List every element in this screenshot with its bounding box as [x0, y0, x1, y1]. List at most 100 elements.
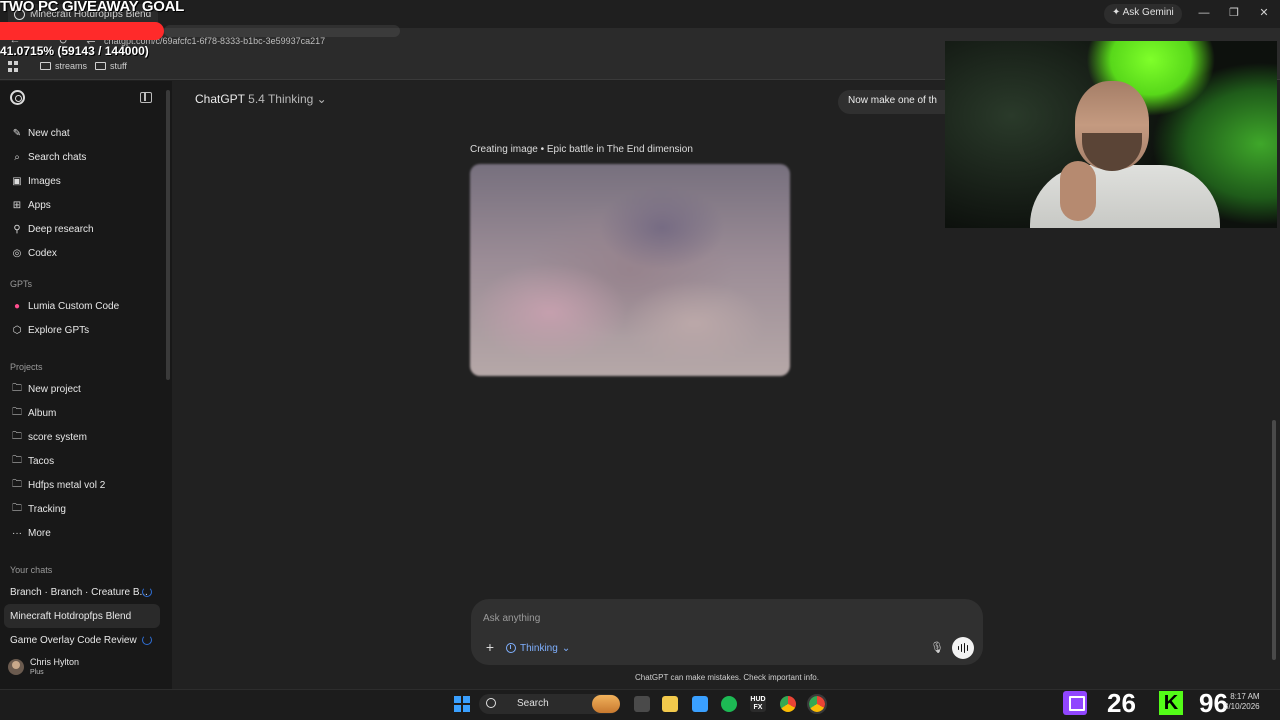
sidebar-item-label: Apps — [28, 199, 51, 211]
clock-date: 3/10/2026 — [1224, 702, 1260, 711]
gpt-avatar-icon: ● — [13, 300, 21, 312]
twitch-viewer-count: 26 — [1107, 688, 1136, 718]
goal-progress-bar — [0, 22, 164, 40]
generated-image-placeholder[interactable] — [470, 164, 790, 376]
folder-icon — [95, 62, 106, 70]
chat-item-minecraft-hotdropfps-blend[interactable]: Minecraft Hotdropfps Blend — [4, 604, 160, 628]
thinking-mode-button[interactable]: Thinking ⌄ — [506, 640, 570, 656]
webcam-overlay — [945, 41, 1277, 228]
profile-name: Chris Hylton — [30, 657, 80, 667]
sidebar-scrollbar[interactable] — [166, 90, 170, 380]
folder-icon: 🗀 — [12, 502, 22, 514]
kick-icon: K — [1159, 691, 1183, 715]
hudfx-icon[interactable]: HUD FX — [750, 696, 766, 712]
openai-logo-icon[interactable] — [10, 90, 25, 105]
ask-gemini-button[interactable]: ✦ Ask Gemini — [1104, 4, 1182, 24]
model-version: 5.4 Thinking — [248, 92, 314, 106]
sidebar-item-label: Search chats — [28, 151, 87, 163]
sidebar-item-label: Explore GPTs — [28, 324, 90, 336]
ask-gemini-label: Ask Gemini — [1122, 7, 1174, 18]
chevron-down-icon: ⌄ — [316, 92, 327, 106]
sidebar-item-apps[interactable]: ⊞ Apps — [0, 193, 166, 217]
sidebar-item-album[interactable]: 🗀 Album — [0, 401, 166, 425]
chat-item-game-overlay-code-review[interactable]: Game Overlay Code Review — [0, 628, 166, 652]
sidebar-item-deep-research[interactable]: ⚲ Deep research — [0, 217, 166, 241]
chat-item-label: Game Overlay Code Review — [10, 634, 137, 646]
file-explorer-icon[interactable] — [662, 696, 678, 712]
new-folder-icon: 🗀 — [12, 382, 22, 394]
folder-icon: 🗀 — [12, 406, 22, 418]
sidebar-item-explore-gpts[interactable]: ⬡ Explore GPTs — [0, 318, 166, 342]
bookmark-label: streams — [55, 61, 88, 71]
bookmark-label: stuff — [110, 61, 127, 71]
sidebar-item-label: Images — [28, 175, 61, 187]
image-generation-status: Creating image • Epic battle in The End … — [470, 144, 693, 155]
task-view-icon[interactable] — [634, 696, 650, 712]
maximize-icon[interactable]: ❐ — [1226, 5, 1242, 21]
close-icon[interactable]: ✕ — [1256, 5, 1272, 21]
main-scrollbar[interactable] — [1272, 420, 1276, 660]
notepad-icon[interactable] — [692, 696, 708, 712]
your-chats-heading: Your chats — [10, 565, 53, 575]
model-name: ChatGPT — [195, 92, 245, 106]
sidebar-item-label: Tacos — [28, 455, 55, 467]
sidebar-item-label: Deep research — [28, 223, 94, 235]
system-clock[interactable]: 8:17 AM 3/10/2026 — [1224, 692, 1260, 712]
sidebar-item-lumia-custom-code[interactable]: ● Lumia Custom Code — [0, 294, 166, 318]
sidebar-item-tracking[interactable]: 🗀 Tracking — [0, 497, 166, 521]
sidebar-item-label: score system — [28, 431, 87, 443]
browser-titlebar — [0, 0, 1280, 28]
loading-spinner-icon — [142, 635, 152, 645]
goal-progress-text: 41.0715% (59143 / 144000) — [0, 44, 149, 58]
gpts-heading: GPTs — [10, 279, 33, 289]
voice-mode-button[interactable] — [952, 637, 974, 659]
plus-icon[interactable]: + — [483, 640, 497, 654]
sidebar-item-search-chats[interactable]: ⌕ Search chats — [0, 145, 166, 169]
goal-title: TWO PC GIVEAWAY GOAL — [0, 0, 185, 15]
sidebar-item-hdfps-metal-vol-2[interactable]: 🗀 Hdfps metal vol 2 — [0, 473, 166, 497]
more-icon: ··· — [12, 527, 22, 539]
folder-icon: 🗀 — [12, 478, 22, 490]
sidebar-item-tacos[interactable]: 🗀 Tacos — [0, 449, 166, 473]
chevron-down-icon: ⌄ — [561, 642, 571, 654]
search-icon — [486, 698, 496, 708]
chrome-icon[interactable] — [780, 696, 796, 712]
apps-grid-icon[interactable] — [8, 61, 19, 72]
windows-start-icon[interactable] — [454, 696, 470, 712]
thinking-clock-icon — [506, 643, 516, 653]
search-icon: ⌕ — [14, 151, 20, 163]
sidebar-toggle-icon[interactable] — [140, 92, 152, 103]
bookmark-streams[interactable]: streams — [40, 61, 87, 71]
chrome-active-icon[interactable] — [807, 694, 827, 714]
chat-item-branch-creature[interactable]: Branch · Branch · Creature B... — [0, 580, 166, 604]
thinking-mode-label: Thinking — [520, 642, 558, 654]
explore-icon: ⬡ — [12, 324, 22, 336]
twitch-icon — [1063, 691, 1087, 715]
user-message-bubble: Now make one of th — [838, 90, 958, 114]
new-chat-icon: ✎ — [12, 127, 22, 139]
sidebar-item-score-system[interactable]: 🗀 score system — [0, 425, 166, 449]
apps-icon: ⊞ — [12, 199, 22, 211]
folder-icon: 🗀 — [12, 454, 22, 466]
chat-item-label: Minecraft Hotdropfps Blend — [10, 610, 132, 622]
microphone-icon[interactable]: 🎙 — [930, 641, 944, 655]
minimize-icon[interactable]: — — [1196, 5, 1212, 21]
sidebar-item-new-chat[interactable]: ✎ New chat — [0, 121, 166, 145]
sidebar-item-label: Hdfps metal vol 2 — [28, 479, 106, 491]
sidebar-item-more[interactable]: ··· More — [0, 521, 166, 545]
bookmark-stuff[interactable]: stuff — [95, 61, 127, 71]
sidebar-item-label: Tracking — [28, 503, 66, 515]
loading-spinner-icon — [142, 587, 152, 597]
disclaimer-text: ChatGPT can make mistakes. Check importa… — [635, 673, 819, 682]
sidebar-item-images[interactable]: ▣ Images — [0, 169, 166, 193]
sidebar-item-label: Lumia Custom Code — [28, 300, 120, 312]
ask-anything-input[interactable] — [483, 609, 923, 627]
sidebar-item-label: New chat — [28, 127, 70, 139]
spotify-icon[interactable] — [721, 696, 737, 712]
widget-icon[interactable] — [592, 695, 620, 713]
model-selector[interactable]: ChatGPT 5.4 Thinking ⌄ — [195, 92, 327, 106]
taskbar-search-label: Search — [517, 698, 549, 709]
codex-icon: ◎ — [12, 247, 22, 259]
sidebar-item-new-project[interactable]: 🗀 New project — [0, 377, 166, 401]
sidebar-item-codex[interactable]: ◎ Codex — [0, 241, 166, 265]
